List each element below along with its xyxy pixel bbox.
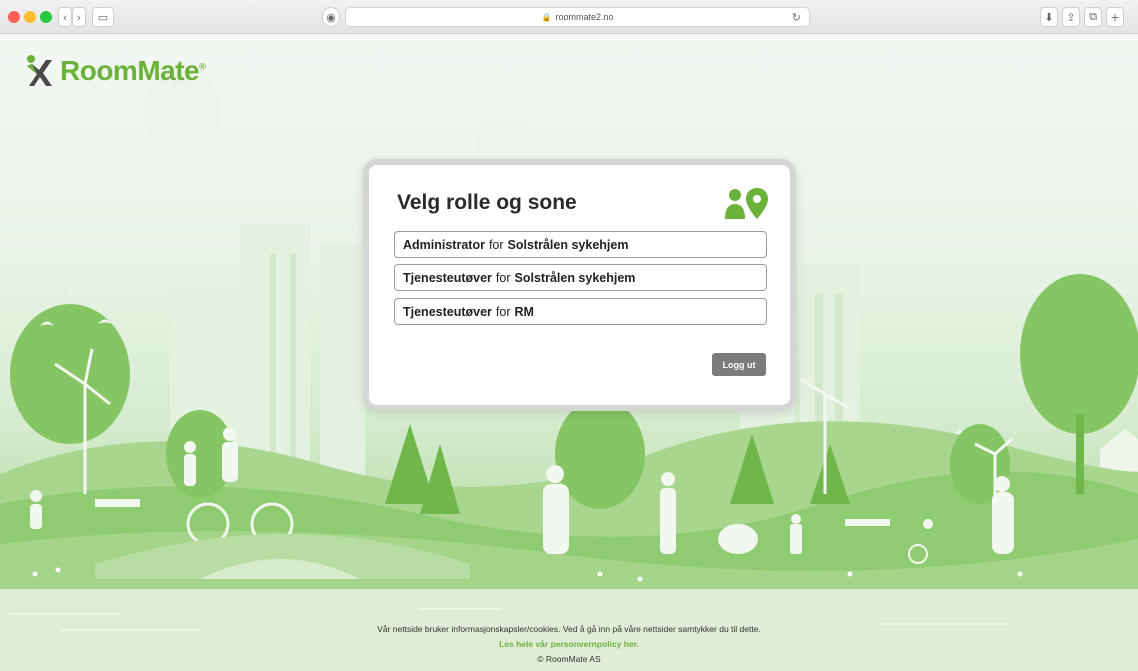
- browser-toolbar: ‹ › ▭ ◉ 🔒 roommate2.no ↻ ⬇ ⇪ ⧉ +: [0, 0, 1138, 34]
- share-icon[interactable]: ⇪: [1062, 7, 1080, 27]
- role-name: Administrator: [403, 237, 485, 252]
- cookie-notice: Vår nettside bruker informasjonskapsler/…: [377, 624, 761, 634]
- copyright: © RoomMate AS: [537, 654, 601, 664]
- role-option-administrator-solstralen[interactable]: Administrator for Solstrålen sykehjem: [394, 231, 767, 258]
- new-tab-icon[interactable]: +: [1106, 7, 1124, 27]
- zone-name: RM: [514, 304, 534, 319]
- privacy-policy-link[interactable]: Les hele vår personvernpolicy her.: [0, 639, 1138, 649]
- logo-text: RoomMate®: [60, 55, 206, 86]
- role-joiner: for: [495, 304, 511, 319]
- sidebar-icon[interactable]: ▭: [92, 7, 114, 27]
- back-icon[interactable]: ‹: [58, 7, 72, 27]
- forward-icon[interactable]: ›: [72, 7, 86, 27]
- user-location-icon: [725, 188, 768, 219]
- zone-name: Solstrålen sykehjem: [507, 237, 629, 252]
- role-option-tjenesteutover-solstralen[interactable]: Tjenesteutøver for Solstrålen sykehjem: [394, 264, 767, 291]
- page-background: RoomMate® Velg rolle og sone Administrat…: [0, 34, 1138, 671]
- zoom-window-button[interactable]: [40, 11, 52, 23]
- address-bar[interactable]: 🔒 roommate2.no ↻: [345, 7, 810, 27]
- role-option-tjenesteutover-rm[interactable]: Tjenesteutøver for RM: [394, 298, 767, 325]
- dialog-title: Velg rolle og sone: [397, 191, 577, 214]
- role-zone-dialog: Velg rolle og sone Administrator for Solst…: [363, 159, 796, 411]
- role-name: Tjenesteutøver: [403, 304, 492, 319]
- download-icon[interactable]: ⬇: [1040, 7, 1058, 27]
- role-joiner: for: [495, 270, 511, 285]
- url-text: roommate2.no: [555, 12, 614, 22]
- logout-button[interactable]: Logg ut: [712, 353, 766, 376]
- cookie-footer: Vår nettside bruker informasjonskapsler/…: [0, 624, 1138, 664]
- roommate-logo[interactable]: RoomMate®: [24, 54, 206, 88]
- reload-icon[interactable]: ↻: [792, 11, 801, 24]
- roommate-logo-icon: [27, 55, 52, 86]
- minimize-window-button[interactable]: [24, 11, 36, 23]
- zone-name: Solstrålen sykehjem: [514, 270, 636, 285]
- close-window-button[interactable]: [8, 11, 20, 23]
- role-name: Tjenesteutøver: [403, 270, 492, 285]
- privacy-shield-icon[interactable]: ◉: [322, 7, 340, 27]
- role-joiner: for: [488, 237, 504, 252]
- tabs-icon[interactable]: ⧉: [1084, 7, 1102, 27]
- lock-icon: 🔒: [541, 12, 552, 22]
